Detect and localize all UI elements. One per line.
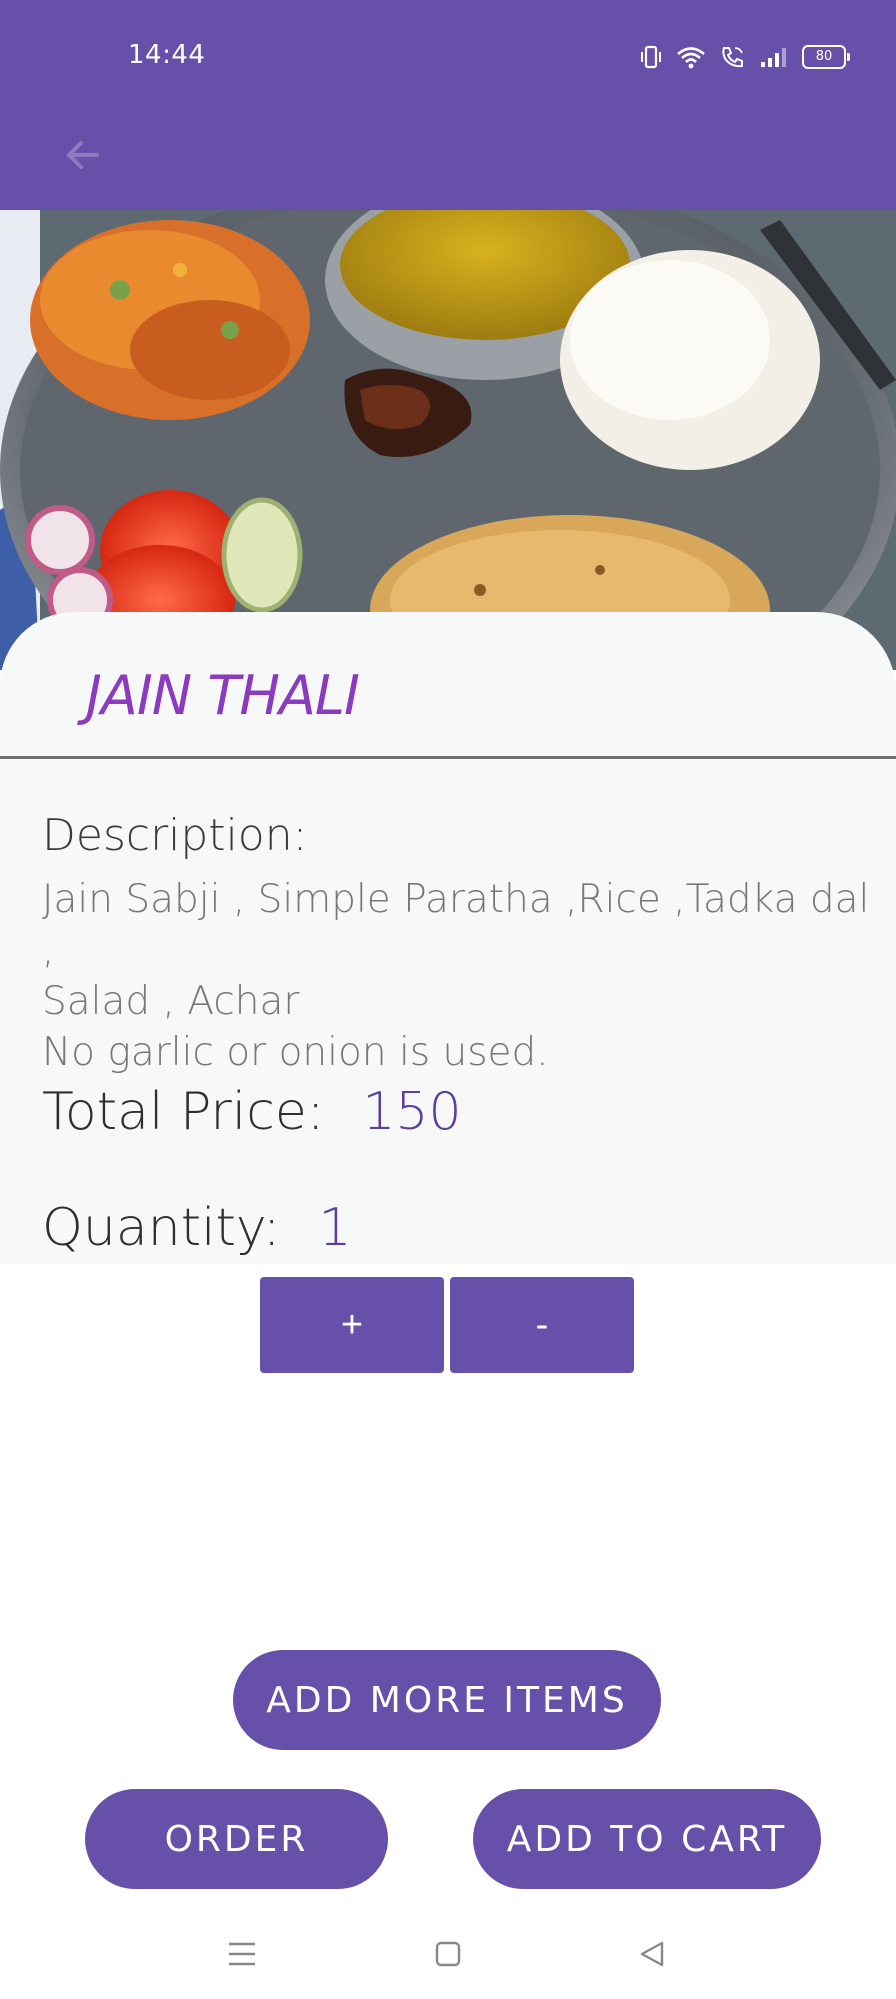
wifi-icon [677,47,705,69]
description-text: Jain Sabji , Simple Paratha ,Rice ,Tadka… [42,877,870,1075]
item-title: JAIN THALI [86,664,360,727]
arrow-left-icon [67,141,99,169]
price-row: Total Price: 150 [42,1082,462,1142]
description-label: Description: [42,810,308,861]
system-nav-bar [0,1906,896,1999]
food-image [0,210,896,670]
nav-menu-button[interactable] [218,1930,266,1978]
add-to-cart-button[interactable]: ADD TO CART [473,1789,821,1889]
decrease-quantity-button[interactable]: - [450,1277,634,1373]
menu-icon [229,1942,255,1966]
add-more-items-button[interactable]: ADD MORE ITEMS [233,1650,661,1750]
nav-back-button[interactable] [628,1930,676,1978]
wifi-call-icon [722,47,743,68]
quantity-row: Quantity: 1 [42,1198,352,1258]
app-bar [0,112,896,210]
back-button[interactable] [58,130,108,180]
home-icon [435,1941,461,1967]
status-icons: 80 [640,42,850,72]
details-card: JAIN THALI Description: Jain Sabji , Sim… [0,612,896,1264]
back-icon [640,1941,664,1967]
nav-home-button[interactable] [424,1930,472,1978]
increase-quantity-button[interactable]: + [260,1277,444,1373]
divider [0,756,896,759]
thali-plate-photo [0,210,896,670]
price-value: 150 [362,1082,462,1142]
order-button[interactable]: ORDER [85,1789,388,1889]
quantity-value: 1 [318,1198,352,1258]
price-label: Total Price: [42,1082,325,1142]
vibrate-icon [641,45,661,69]
signal-icon [761,48,786,67]
status-bar: 14:44 80 [0,0,896,112]
battery-icon: 80 [802,45,850,69]
quantity-label: Quantity: [42,1198,281,1258]
status-time: 14:44 [128,40,206,70]
